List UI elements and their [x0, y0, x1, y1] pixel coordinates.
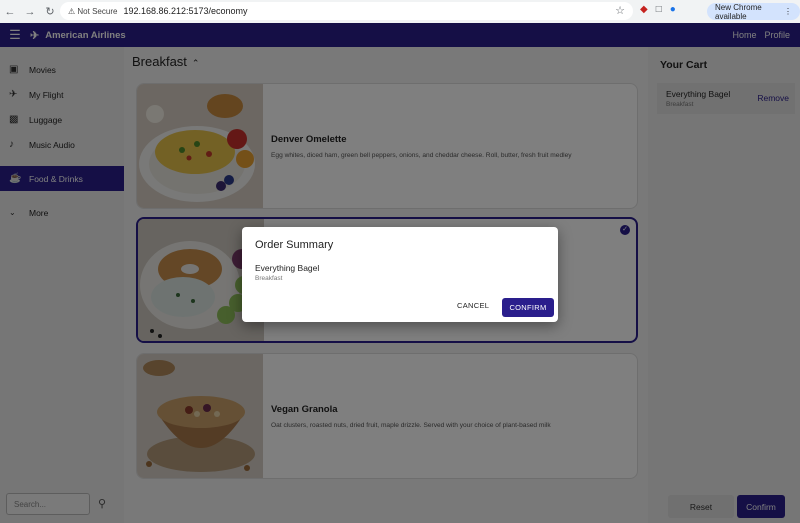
security-indicator[interactable]: ⚠ Not Secure — [68, 7, 117, 16]
extension-icons: ◆ □ ● — [640, 4, 676, 15]
security-label: Not Secure — [77, 6, 118, 16]
dialog-confirm-button[interactable]: CONFIRM — [502, 298, 554, 317]
profile-icon[interactable]: ● — [670, 4, 676, 15]
chrome-update-button[interactable]: New Chrome available ⋮ — [707, 2, 800, 21]
order-summary-dialog: Order Summary Everything Bagel Breakfast… — [242, 227, 558, 322]
back-arrow-icon[interactable]: ← — [0, 6, 20, 18]
kebab-menu-icon[interactable]: ⋮ — [784, 7, 792, 16]
puzzle-icon[interactable]: □ — [656, 4, 662, 15]
dialog-cancel-button[interactable]: CANCEL — [457, 301, 489, 310]
dialog-item-category: Breakfast — [255, 275, 283, 282]
extension-icon[interactable]: ◆ — [640, 4, 648, 15]
url-text[interactable]: 192.168.86.212:5173/economy — [123, 6, 247, 16]
dialog-item-name: Everything Bagel — [255, 263, 320, 273]
browser-toolbar: ← → ↻ ⚠ Not Secure 192.168.86.212:5173/e… — [0, 0, 800, 23]
bookmark-star-icon[interactable]: ☆ — [615, 4, 625, 17]
dialog-title: Order Summary — [255, 239, 334, 251]
update-label: New Chrome available — [715, 2, 762, 21]
reload-icon[interactable]: ↻ — [40, 5, 60, 18]
address-bar[interactable]: ⚠ Not Secure 192.168.86.212:5173/economy… — [60, 2, 633, 20]
forward-arrow-icon[interactable]: → — [20, 6, 40, 18]
